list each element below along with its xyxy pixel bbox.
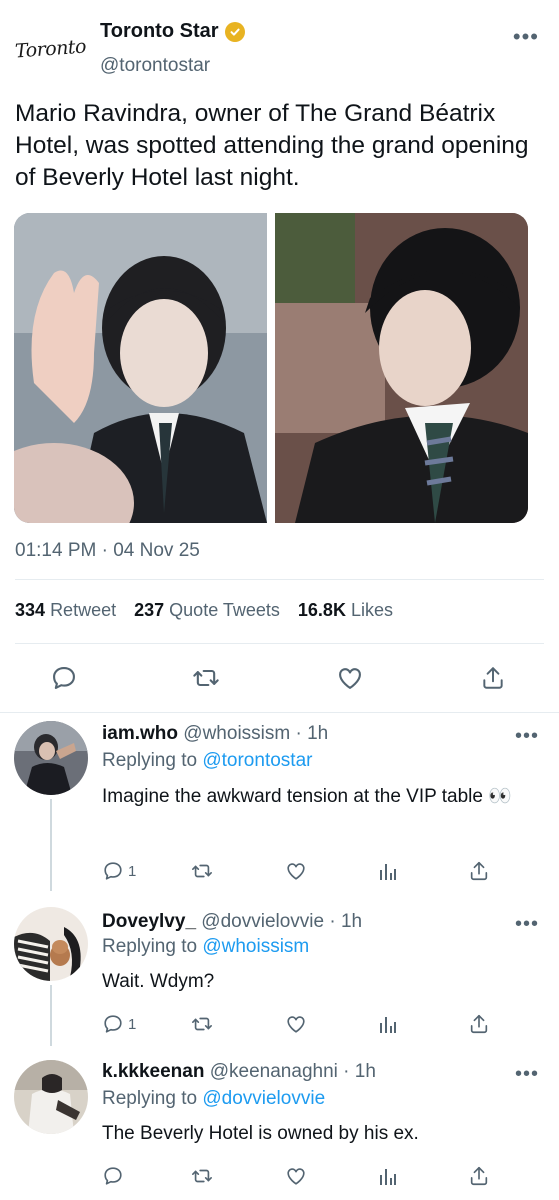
quote-tweet-stat[interactable]: 237 Quote Tweets xyxy=(134,600,280,621)
photo-right-illustration xyxy=(275,213,528,523)
share-icon[interactable] xyxy=(468,1011,490,1037)
reply-header: iam.who @whoissism · 1h xyxy=(102,723,328,745)
author-name-row[interactable]: Toronto Star xyxy=(100,20,245,43)
reply-author-handle[interactable]: @whoissism xyxy=(183,723,290,744)
avatar-image xyxy=(14,721,88,795)
author-name[interactable]: Toronto Star xyxy=(100,20,219,43)
likes-stat[interactable]: 16.8K Likes xyxy=(298,600,393,621)
verified-badge-icon xyxy=(224,21,245,42)
photo-right[interactable] xyxy=(275,213,528,523)
reply-text: Wait. Wdym? xyxy=(102,971,215,992)
more-icon[interactable]: ••• xyxy=(513,24,539,50)
author-avatar[interactable]: Toronto xyxy=(12,24,88,74)
tweet-stats: 334 Retweet 237 Quote Tweets 16.8K Likes xyxy=(15,600,393,621)
replying-to-prefix: Replying to xyxy=(102,1088,198,1109)
reply-time: · 1h xyxy=(295,723,329,744)
heart-icon[interactable] xyxy=(285,1163,307,1189)
avatar-logo-text: Toronto xyxy=(13,35,87,63)
likes-stat-label: Likes xyxy=(350,600,393,620)
share-icon[interactable] xyxy=(477,662,509,694)
retweet-icon[interactable] xyxy=(190,1011,214,1037)
avatar[interactable] xyxy=(14,907,88,981)
reply-author-name[interactable]: iam.who xyxy=(102,723,178,744)
reply-author-handle[interactable]: @keenanaghni xyxy=(210,1061,338,1082)
retweet-icon[interactable] xyxy=(190,662,222,694)
photo-left-illustration xyxy=(14,213,267,523)
tweet-media[interactable] xyxy=(14,213,528,523)
more-icon[interactable]: ••• xyxy=(515,1063,539,1086)
tweet-text: Mario Ravindra, owner of The Grand Béatr… xyxy=(15,100,529,191)
reply-text: Imagine the awkward tension at the VIP t… xyxy=(102,786,512,807)
retweet-stat[interactable]: 334 Retweet xyxy=(15,600,116,621)
reply-icon[interactable] xyxy=(48,662,80,694)
reply-button[interactable]: 1 xyxy=(102,1011,136,1037)
reply-action-bar xyxy=(100,1163,500,1189)
retweet-stat-label: Retweet xyxy=(50,600,117,620)
reply-tweet[interactable]: k.kkkeenan @keenanaghni · 1h ••• Replyin… xyxy=(0,1046,559,1200)
replying-to: Replying to @dovvielovvie xyxy=(102,1088,325,1110)
replying-to-link[interactable]: @torontostar xyxy=(202,750,312,771)
reply-count: 1 xyxy=(128,862,137,880)
divider xyxy=(15,579,544,580)
reply-icon xyxy=(104,1015,122,1033)
avatar-image xyxy=(14,907,88,981)
thread-line xyxy=(50,799,52,891)
retweet-count: 334 xyxy=(15,600,46,620)
replying-to: Replying to @whoissism xyxy=(102,936,309,958)
retweet-icon[interactable] xyxy=(190,858,214,884)
reply-header: k.kkkeenan @keenanaghni · 1h xyxy=(102,1061,376,1083)
photo-left[interactable] xyxy=(14,213,267,523)
reply-author-name[interactable]: Doveylvy_ xyxy=(102,911,196,932)
likes-count: 16.8K xyxy=(297,600,346,620)
more-icon[interactable]: ••• xyxy=(515,913,539,936)
main-tweet: Toronto Toronto Star @torontostar ••• Ma… xyxy=(0,0,559,712)
reply-time: · 1h xyxy=(329,911,363,932)
reply-icon xyxy=(104,1167,122,1185)
share-icon[interactable] xyxy=(468,858,490,884)
reply-count: 1 xyxy=(128,1015,137,1033)
main-action-bar xyxy=(0,660,559,700)
analytics-icon[interactable] xyxy=(378,858,398,884)
reply-button[interactable]: 1 xyxy=(102,858,136,884)
reply-action-bar: 1 xyxy=(100,1011,500,1037)
reply-author-handle[interactable]: @dovvielovvie xyxy=(201,911,324,932)
replying-to-prefix: Replying to xyxy=(102,936,198,957)
tweet-timestamp[interactable]: 01:14 PM · 04 Nov 25 xyxy=(15,540,200,562)
reply-tweet[interactable]: Doveylvy_ @dovvielovvie · 1h ••• Replyin… xyxy=(0,891,559,1046)
retweet-icon[interactable] xyxy=(190,1163,214,1189)
reply-action-bar: 1 xyxy=(100,858,500,884)
reply-header: Doveylvy_ @dovvielovvie · 1h xyxy=(102,911,362,933)
replying-to-link[interactable]: @whoissism xyxy=(202,936,309,957)
reply-author-name[interactable]: k.kkkeenan xyxy=(102,1061,204,1082)
avatar[interactable] xyxy=(14,1060,88,1134)
reply-button[interactable] xyxy=(102,1163,128,1189)
quote-tweet-stat-label: Quote Tweets xyxy=(169,600,280,620)
avatar-image xyxy=(14,1060,88,1134)
avatar[interactable] xyxy=(14,721,88,795)
reply-time: · 1h xyxy=(343,1061,376,1082)
replying-to: Replying to @torontostar xyxy=(102,750,312,772)
more-icon[interactable]: ••• xyxy=(515,725,539,748)
quote-tweet-count: 237 xyxy=(134,600,165,620)
heart-icon[interactable] xyxy=(285,858,307,884)
heart-icon[interactable] xyxy=(285,1011,307,1037)
reply-tweet[interactable]: iam.who @whoissism · 1h ••• Replying to … xyxy=(0,713,559,891)
replying-to-link[interactable]: @dovvielovvie xyxy=(202,1088,325,1109)
reply-icon xyxy=(104,862,122,880)
analytics-icon[interactable] xyxy=(378,1163,398,1189)
share-icon[interactable] xyxy=(468,1163,490,1189)
author-handle[interactable]: @torontostar xyxy=(100,55,210,77)
heart-icon[interactable] xyxy=(334,662,366,694)
divider xyxy=(15,643,544,644)
thread-line xyxy=(50,985,52,1046)
replying-to-prefix: Replying to xyxy=(102,750,198,771)
reply-text: The Beverly Hotel is owned by his ex. xyxy=(102,1123,419,1144)
analytics-icon[interactable] xyxy=(378,1011,398,1037)
